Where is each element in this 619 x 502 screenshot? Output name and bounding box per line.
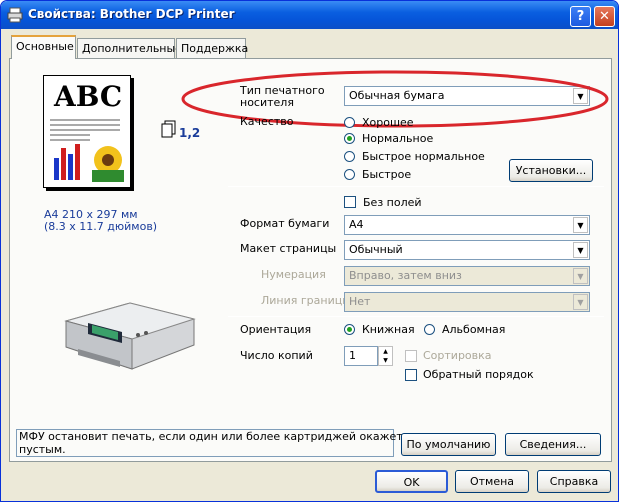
chevron-down-icon[interactable]: ▼ (573, 217, 588, 233)
border-line-label: Линия границы (261, 294, 351, 307)
about-button[interactable]: Сведения... (505, 433, 601, 456)
tab-basic[interactable]: Основные (11, 35, 76, 59)
chevron-down-icon: ▼ (573, 268, 588, 284)
question-icon: ? (576, 9, 585, 24)
window-title: Свойства: Brother DCP Printer (28, 7, 235, 21)
status-message: МФУ остановит печать, если один или боле… (19, 430, 416, 443)
paper-format-select[interactable]: A4 ▼ (344, 215, 590, 235)
preview-chart-image (50, 119, 124, 182)
orientation-label: Ориентация (240, 323, 312, 336)
copies-label: Число копий (240, 349, 313, 362)
collate-checkbox (405, 350, 417, 362)
printer-icon (7, 7, 23, 23)
quality-option-fast: Быстрое (362, 168, 412, 181)
copies-value: 1 (349, 349, 356, 362)
quality-radio-fast[interactable] (344, 169, 355, 180)
quality-label: Качество (240, 115, 294, 128)
printer-illustration (64, 302, 196, 370)
quality-option-fast-normal: Быстрое нормальное (362, 150, 485, 163)
close-button[interactable]: ✕ (594, 6, 615, 27)
paper-format-value: A4 (349, 218, 364, 231)
orientation-radio-landscape[interactable] (424, 324, 435, 335)
page-layout-value: Обычный (349, 243, 403, 256)
chevron-down-icon[interactable]: ▼ (573, 242, 588, 258)
paper-size-inches: (8.3 x 11.7 дюймов) (44, 220, 158, 233)
status-message-2: пустым. (19, 443, 66, 456)
quality-radio-fast-normal[interactable] (344, 151, 355, 162)
separator-quality (228, 186, 604, 187)
reverse-order-checkbox[interactable] (405, 369, 417, 381)
quality-option-normal: Нормальное (362, 132, 434, 145)
close-icon: ✕ (599, 9, 610, 24)
page-order-label: Нумерация (261, 268, 326, 281)
title-bar[interactable]: Свойства: Brother DCP Printer ? ✕ (1, 1, 618, 29)
borderless-checkbox[interactable] (344, 196, 356, 208)
reverse-order-label: Обратный порядок (423, 368, 534, 381)
help-button[interactable]: Справка (537, 470, 611, 493)
page-layout-select[interactable]: Обычный ▼ (344, 240, 590, 260)
page-layout-label: Макет страницы (240, 242, 337, 255)
tab-support[interactable]: Поддержка (176, 38, 248, 58)
tab-panel: ABC 1,2 A4 210 x 297 мм (8.3 x 11.7 дюйм… (9, 58, 612, 462)
separator-layout (228, 316, 604, 317)
page-order-select: Вправо, затем вниз ▼ (344, 266, 590, 286)
default-button[interactable]: По умолчанию (401, 433, 496, 456)
stepper-up-icon[interactable]: ▲ (379, 347, 392, 356)
orientation-radio-portrait[interactable] (344, 324, 355, 335)
copies-input[interactable]: 1 (344, 346, 378, 366)
border-line-select: Нет ▼ (344, 292, 590, 312)
quality-option-fine: Хорошее (362, 116, 414, 129)
border-line-value: Нет (349, 295, 371, 308)
borderless-label: Без полей (363, 196, 422, 209)
orientation-landscape-label: Альбомная (442, 323, 506, 336)
tab-advanced[interactable]: Дополнительные (77, 38, 182, 58)
page-order-value: Вправо, затем вниз (349, 269, 462, 282)
settings-button[interactable]: Установки... (509, 159, 593, 182)
preview-abc-text: ABC (54, 80, 123, 113)
chevron-down-icon: ▼ (573, 294, 588, 310)
orientation-portrait-label: Книжная (362, 323, 415, 336)
quality-radio-fine[interactable] (344, 117, 355, 128)
copies-icon (161, 120, 176, 138)
help-title-button[interactable]: ? (570, 6, 591, 27)
copies-stepper[interactable]: ▲ ▼ (378, 346, 393, 366)
quality-radio-normal[interactable] (344, 133, 355, 144)
page-preview: ABC (43, 75, 131, 188)
cancel-button[interactable]: Отмена (455, 470, 529, 493)
collate-label: Сортировка (423, 349, 492, 362)
stepper-down-icon[interactable]: ▼ (379, 356, 392, 365)
paper-format-label: Формат бумаги (240, 217, 330, 230)
ok-button[interactable]: OK (375, 470, 448, 493)
printer-properties-dialog: Свойства: Brother DCP Printer ? ✕ Основн… (0, 0, 619, 502)
